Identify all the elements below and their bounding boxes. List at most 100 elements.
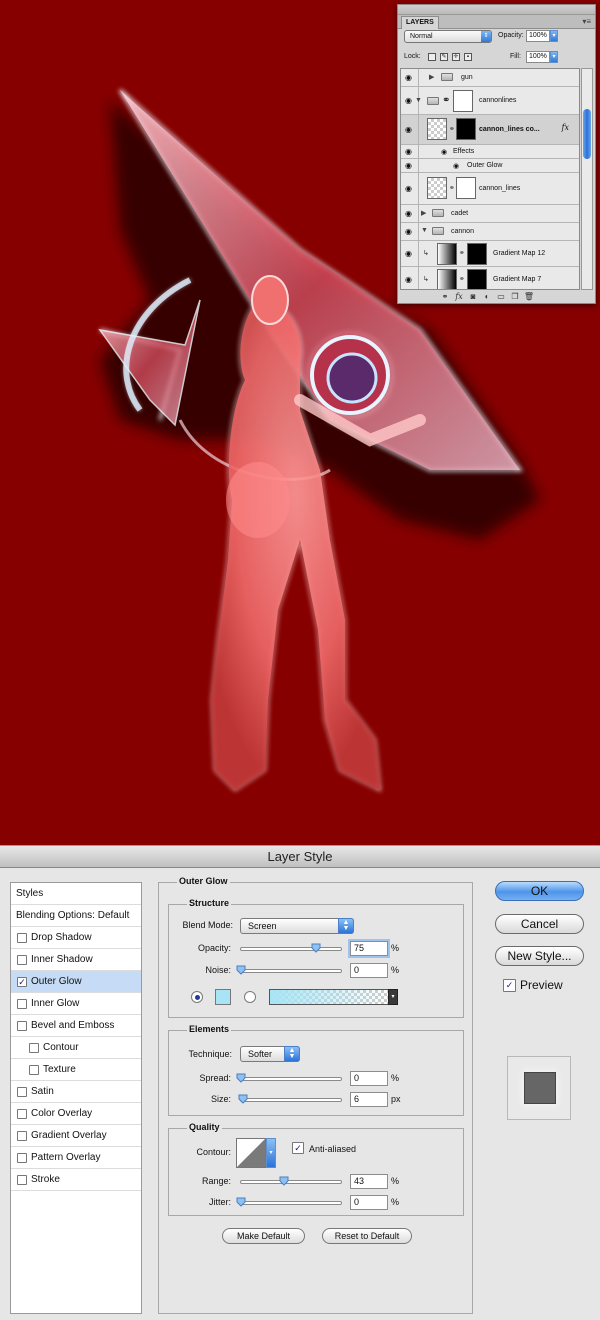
- lock-transparent-icon[interactable]: [428, 53, 436, 61]
- jitter-field[interactable]: 0: [350, 1195, 388, 1210]
- style-item-inner-shadow[interactable]: Inner Shadow: [11, 949, 141, 971]
- collapse-triangle-icon[interactable]: ▼: [421, 227, 428, 234]
- layer-fill-field[interactable]: 100%: [526, 51, 550, 63]
- technique-select[interactable]: Softer ▲ ▼: [240, 1046, 300, 1062]
- size-slider[interactable]: [238, 1094, 342, 1104]
- style-item-styles[interactable]: Styles: [11, 883, 141, 905]
- style-item-gradient-overlay[interactable]: Gradient Overlay: [11, 1125, 141, 1147]
- layers-panel-titlebar[interactable]: [398, 5, 595, 15]
- cancel-button[interactable]: Cancel: [495, 914, 584, 934]
- style-checkbox[interactable]: [29, 1043, 39, 1053]
- layer-mask-thumbnail[interactable]: [456, 177, 476, 199]
- layer-thumbnail[interactable]: [427, 118, 447, 140]
- style-checkbox[interactable]: [17, 1131, 27, 1141]
- style-item-satin[interactable]: Satin: [11, 1081, 141, 1103]
- contour-dropdown-icon[interactable]: ▾: [266, 1138, 276, 1168]
- layer-mask-thumbnail[interactable]: [467, 243, 487, 265]
- preview-checkbox[interactable]: ✓: [503, 979, 516, 992]
- style-item-color-overlay[interactable]: Color Overlay: [11, 1103, 141, 1125]
- jitter-slider-knob[interactable]: [236, 1197, 246, 1207]
- layer-row-gun[interactable]: ◉ ▶ gun: [401, 69, 579, 87]
- style-item-contour[interactable]: Contour: [11, 1037, 141, 1059]
- adjustment-layer-icon[interactable]: ◐: [480, 292, 494, 301]
- new-layer-icon[interactable]: ❐: [508, 292, 522, 301]
- style-checkbox[interactable]: ✓: [17, 977, 27, 987]
- visibility-eye-icon[interactable]: ◉: [401, 69, 419, 86]
- opacity-slider-knob[interactable]: [311, 943, 321, 953]
- ok-button[interactable]: OK: [495, 881, 584, 901]
- style-item-bevel-and-emboss[interactable]: Bevel and Emboss: [11, 1015, 141, 1037]
- spread-slider[interactable]: [236, 1073, 342, 1083]
- gradient-dropdown-icon[interactable]: ▾: [388, 989, 398, 1005]
- range-slider[interactable]: [240, 1176, 342, 1186]
- solid-color-radio[interactable]: [191, 991, 203, 1003]
- add-mask-icon[interactable]: ◙: [466, 292, 480, 301]
- layers-tab[interactable]: LAYERS: [401, 16, 439, 29]
- layer-blend-mode-select[interactable]: Normal ⇕: [404, 30, 492, 43]
- spread-slider-knob[interactable]: [236, 1073, 246, 1083]
- layer-row-cannon-lines[interactable]: ◉ ⚭ cannon_lines: [401, 173, 579, 205]
- layer-mask-thumbnail[interactable]: [456, 118, 476, 140]
- layer-row-cannon-lines-copy[interactable]: ◉ ⚭ cannon_lines co... fx: [401, 115, 579, 145]
- style-item-stroke[interactable]: Stroke: [11, 1169, 141, 1191]
- visibility-eye-icon[interactable]: ◉: [401, 145, 419, 158]
- style-item-outer-glow[interactable]: ✓ Outer Glow: [11, 971, 141, 993]
- style-checkbox[interactable]: [17, 955, 27, 965]
- style-item-texture[interactable]: Texture: [11, 1059, 141, 1081]
- scrollbar-thumb[interactable]: [583, 109, 591, 159]
- noise-slider-knob[interactable]: [236, 965, 246, 975]
- new-group-icon[interactable]: ▭: [494, 292, 508, 301]
- visibility-eye-icon[interactable]: ◉: [401, 115, 419, 144]
- opacity-field[interactable]: 75: [350, 941, 388, 956]
- layer-row-cannon[interactable]: ◉ ▼ cannon: [401, 223, 579, 241]
- layer-effects-row[interactable]: ◉ ◉ Effects: [401, 145, 579, 159]
- glow-color-swatch[interactable]: [215, 989, 231, 1005]
- layer-row-gradient-map-12[interactable]: ◉ ↳ ⚭ Gradient Map 12: [401, 241, 579, 267]
- lock-position-icon[interactable]: ✛: [452, 53, 460, 61]
- layer-row-cadet[interactable]: ◉ ▶ cadet: [401, 205, 579, 223]
- opacity-dropdown-icon[interactable]: ▾: [550, 30, 558, 42]
- size-slider-knob[interactable]: [238, 1094, 248, 1104]
- collapse-triangle-icon[interactable]: ▼: [415, 97, 422, 104]
- contour-picker[interactable]: [236, 1138, 266, 1168]
- visibility-eye-icon[interactable]: ◉: [401, 159, 419, 172]
- document-canvas[interactable]: LAYERS ▾≡ Normal ⇕ Opacity: 100% ▾ Lock:…: [0, 0, 600, 845]
- style-checkbox[interactable]: [17, 933, 27, 943]
- panel-menu-icon[interactable]: ▾≡: [582, 17, 591, 26]
- expand-triangle-icon[interactable]: ▶: [429, 73, 434, 81]
- reset-to-default-button[interactable]: Reset to Default: [322, 1228, 412, 1244]
- trash-icon[interactable]: 🗑: [522, 292, 536, 301]
- layer-mask-thumbnail[interactable]: [453, 90, 473, 112]
- make-default-button[interactable]: Make Default: [222, 1228, 305, 1244]
- visibility-eye-icon[interactable]: ◉: [441, 148, 447, 156]
- gradient-radio[interactable]: [244, 991, 256, 1003]
- lock-all-icon[interactable]: ▪: [464, 53, 472, 61]
- style-checkbox[interactable]: [17, 999, 27, 1009]
- opacity-slider[interactable]: [240, 943, 342, 953]
- spread-field[interactable]: 0: [350, 1071, 388, 1086]
- style-item-pattern-overlay[interactable]: Pattern Overlay: [11, 1147, 141, 1169]
- fx-menu-icon[interactable]: fx: [452, 292, 466, 301]
- glow-gradient-picker[interactable]: [269, 989, 389, 1005]
- style-checkbox[interactable]: [29, 1065, 39, 1075]
- blend-mode-select[interactable]: Screen ▲ ▼: [240, 918, 354, 934]
- style-item-blending-options-default[interactable]: Blending Options: Default: [11, 905, 141, 927]
- style-checkbox[interactable]: [17, 1109, 27, 1119]
- visibility-eye-icon[interactable]: ◉: [401, 223, 419, 240]
- anti-aliased-checkbox[interactable]: ✓: [292, 1142, 304, 1154]
- noise-field[interactable]: 0: [350, 963, 388, 978]
- size-field[interactable]: 6: [350, 1092, 388, 1107]
- style-checkbox[interactable]: [17, 1021, 27, 1031]
- new-style-button[interactable]: New Style...: [495, 946, 584, 966]
- range-slider-knob[interactable]: [279, 1176, 289, 1186]
- range-field[interactable]: 43: [350, 1174, 388, 1189]
- adjustment-thumbnail[interactable]: [437, 269, 457, 289]
- layer-thumbnail[interactable]: [427, 177, 447, 199]
- visibility-eye-icon[interactable]: ◉: [401, 267, 419, 289]
- noise-slider[interactable]: [236, 965, 342, 975]
- layer-opacity-field[interactable]: 100%: [526, 30, 550, 42]
- jitter-slider[interactable]: [236, 1197, 342, 1207]
- style-item-inner-glow[interactable]: Inner Glow: [11, 993, 141, 1015]
- visibility-eye-icon[interactable]: ◉: [453, 162, 459, 170]
- adjustment-thumbnail[interactable]: [437, 243, 457, 265]
